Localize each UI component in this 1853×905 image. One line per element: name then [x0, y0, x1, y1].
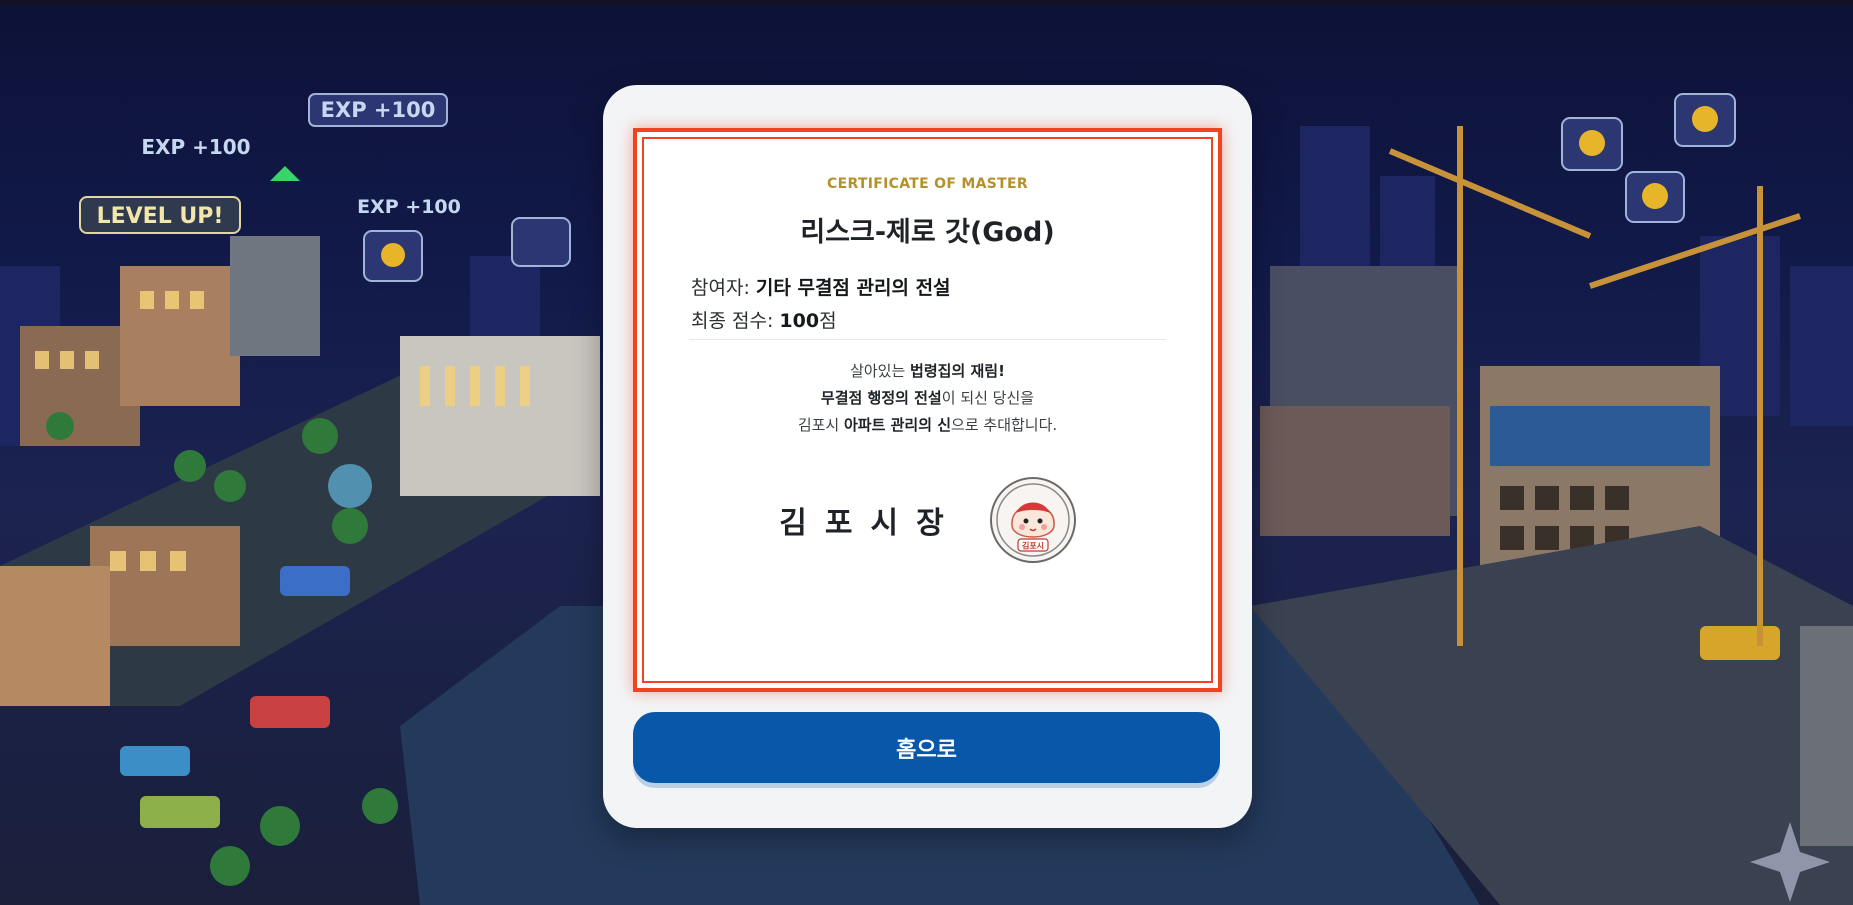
message-line-2: 무결점 행정의 전설이 되신 당신을 [637, 385, 1218, 412]
score-value: 100 [779, 310, 820, 332]
message-line-3: 김포시 아파트 관리의 신으로 추대합니다. [637, 412, 1218, 439]
home-button[interactable]: 홈으로 [633, 712, 1220, 783]
score-row: 최종 점수: 100점 [691, 305, 951, 338]
score-unit: 점 [819, 310, 837, 332]
message-line-2-emphasis: 무결점 행정의 전설 [820, 389, 942, 407]
exp-popup-2: EXP +100 [141, 135, 250, 159]
seal-label: 김포시 [1022, 541, 1044, 551]
score-label: 최종 점수: [691, 310, 780, 332]
exp-popup-1: EXP +100 [321, 98, 436, 122]
level-up-popup: LEVEL UP! [97, 204, 224, 229]
message-line-2-text: 이 되신 당신을 [941, 389, 1035, 407]
participant-row: 참여자: 기타 무결점 관리의 전설 [691, 272, 951, 305]
certificate-eyebrow: CERTIFICATE OF MASTER [827, 176, 1028, 192]
certificate-message: 살아있는 법령집의 재림! 무결점 행정의 전설이 되신 당신을 김포시 아파트… [637, 358, 1218, 439]
mascot-seal-icon: 김포시 [995, 483, 1070, 557]
participant-label: 참여자: [691, 277, 756, 299]
certificate-title: 리스크-제로 갓(God) [800, 217, 1055, 248]
message-line-3-emphasis: 아파트 관리의 신 [843, 416, 952, 434]
certificate-info: 참여자: 기타 무결점 관리의 전설 최종 점수: 100점 [691, 272, 951, 338]
certificate-divider [689, 339, 1166, 340]
mayor-signature: 김포시장 [779, 506, 962, 541]
message-line-3-prefix: 김포시 [797, 416, 844, 434]
certificate: CERTIFICATE OF MASTER 리스크-제로 갓(God) 참여자:… [633, 128, 1222, 692]
message-line-1-emphasis: 법령집의 재림! [910, 362, 1005, 380]
exp-popup-3: EXP +100 [357, 196, 461, 218]
message-line-3-suffix: 으로 추대합니다. [951, 416, 1058, 434]
popup-labels: EXP +100 EXP +100 EXP +100 LEVEL UP! [97, 98, 461, 229]
message-line-1-text: 살아있는 [850, 362, 911, 380]
participant-value: 기타 무결점 관리의 전설 [755, 277, 951, 299]
mayor-seal: 김포시 [989, 477, 1076, 563]
message-line-1: 살아있는 법령집의 재림! [637, 358, 1218, 385]
certificate-modal: CERTIFICATE OF MASTER 리스크-제로 갓(God) 참여자:… [603, 85, 1252, 828]
signature-row: 김포시장 김포시 [637, 477, 1218, 563]
